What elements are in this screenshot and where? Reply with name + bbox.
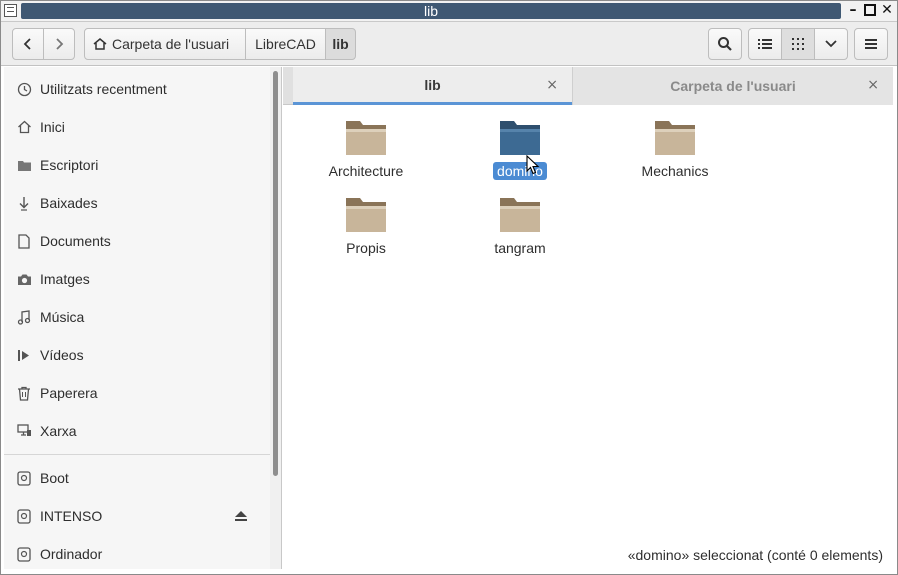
close-window-icon[interactable]: ✕ [879, 2, 895, 19]
sidebar-item-label: INTENSO [40, 508, 103, 524]
chevron-down-icon [825, 40, 837, 48]
sidebar-item-downloads[interactable]: Baixades [4, 185, 270, 221]
eject-icon[interactable] [234, 509, 248, 523]
drive-icon [16, 508, 32, 524]
window-menu-icon[interactable] [4, 4, 17, 17]
folder-item-tangram[interactable]: tangram [455, 192, 585, 262]
sidebar-item-label: Imatges [40, 271, 90, 287]
sidebar-item-videos[interactable]: Vídeos [4, 337, 270, 373]
sidebar-item-network[interactable]: Xarxa [4, 413, 270, 449]
trash-icon [16, 385, 32, 401]
folder-item-propis[interactable]: Propis [301, 192, 431, 262]
tab-label: Carpeta de l'usuari [670, 78, 796, 94]
breadcrumb-label: lib [332, 36, 349, 52]
sidebar-scrollbar[interactable] [270, 67, 282, 569]
close-tab-icon[interactable]: × [867, 77, 879, 93]
sidebar-item-recent[interactable]: Utilitzats recentment [4, 71, 270, 107]
download-icon [16, 195, 32, 211]
sidebar-separator [4, 454, 270, 455]
sidebar-item-computer[interactable]: Ordinador [4, 536, 270, 569]
sidebar-item-documents[interactable]: Documents [4, 223, 270, 259]
folder-item-mechanics[interactable]: Mechanics [610, 115, 740, 185]
breadcrumb-lib[interactable]: lib [325, 28, 356, 60]
breadcrumb-home[interactable]: Carpeta de l'usuari [84, 28, 246, 60]
folder-icon [655, 121, 695, 155]
video-icon [16, 347, 32, 363]
window-title: lib [21, 3, 841, 19]
sidebar-item-label: Vídeos [40, 347, 84, 363]
minimize-icon[interactable]: – [845, 2, 861, 19]
maximize-icon[interactable] [862, 2, 878, 19]
folder-item-architecture[interactable]: Architecture [301, 115, 431, 185]
sidebar-item-pictures[interactable]: Imatges [4, 261, 270, 297]
music-icon [16, 309, 32, 325]
sidebar-item-label: Documents [40, 233, 111, 249]
search-button[interactable] [708, 28, 742, 60]
sidebar-item-label: Escriptori [40, 157, 99, 173]
folder-name: Propis [346, 240, 386, 256]
mouse-cursor-icon [526, 155, 540, 175]
grid-view-button[interactable] [781, 28, 815, 60]
tab-label: lib [424, 76, 441, 93]
folder-item-domino[interactable]: domino [455, 115, 585, 185]
grid-view-icon [792, 38, 804, 50]
sidebar-item-home[interactable]: Inici [4, 109, 270, 145]
sidebar-item-label: Boot [40, 470, 69, 486]
folder-name: Architecture [328, 163, 404, 179]
network-icon [16, 423, 32, 439]
folder-icon [500, 121, 540, 155]
sidebar-item-desktop[interactable]: Escriptori [4, 147, 270, 183]
breadcrumb-label: LibreCAD [255, 36, 316, 52]
drive-icon [16, 470, 32, 486]
chevron-left-icon [23, 38, 31, 50]
status-text: «domino» seleccionat (conté 0 elements) [627, 547, 883, 563]
sidebar-item-label: Paperera [40, 385, 98, 401]
document-icon [16, 233, 32, 249]
sidebar-item-label: Baixades [40, 195, 98, 211]
sidebar-item-label: Música [40, 309, 85, 325]
back-button[interactable] [12, 28, 44, 60]
home-icon [16, 119, 32, 135]
clock-icon [16, 81, 32, 97]
sidebar-item-trash[interactable]: Paperera [4, 375, 270, 411]
list-view-icon [758, 39, 772, 49]
breadcrumb-librecad[interactable]: LibreCAD [245, 28, 326, 60]
menu-button[interactable] [854, 28, 888, 60]
home-icon [93, 38, 107, 50]
forward-button[interactable] [43, 28, 75, 60]
sidebar-item-label: Ordinador [40, 546, 103, 562]
tab-bar: lib × Carpeta de l'usuari × [283, 67, 893, 105]
search-icon [718, 37, 732, 51]
header-bar: Carpeta de l'usuari LibreCAD lib [0, 22, 898, 66]
view-options-button[interactable] [814, 28, 848, 60]
folder-icon [346, 198, 386, 232]
chevron-right-icon [56, 38, 64, 50]
title-bar: lib – ✕ [0, 0, 898, 22]
close-tab-icon[interactable]: × [546, 77, 558, 93]
sidebar-item-label: Xarxa [40, 423, 77, 439]
tab-home-folder[interactable]: Carpeta de l'usuari × [572, 67, 893, 105]
hamburger-menu-icon [865, 39, 877, 49]
folder-icon [500, 198, 540, 232]
tab-lib[interactable]: lib × [293, 67, 572, 105]
file-grid: Architecture domino Mechanics Propis tan… [283, 105, 893, 569]
sidebar-item-music[interactable]: Música [4, 299, 270, 335]
sidebar-scrollbar-thumb[interactable] [273, 71, 278, 476]
folder-name: Mechanics [641, 163, 709, 179]
breadcrumb-label: Carpeta de l'usuari [112, 36, 230, 52]
sidebar: Utilitzats recentment Inici Escriptori B… [4, 67, 270, 569]
list-view-button[interactable] [748, 28, 782, 60]
camera-icon [16, 271, 32, 287]
sidebar-item-label: Utilitzats recentment [40, 81, 167, 97]
sidebar-item-label: Inici [40, 119, 65, 135]
folder-icon [346, 121, 386, 155]
desktop-folder-icon [16, 157, 32, 173]
drive-icon [16, 546, 32, 562]
sidebar-item-boot[interactable]: Boot [4, 460, 270, 496]
folder-name: tangram [494, 240, 546, 256]
sidebar-item-intenso[interactable]: INTENSO [4, 498, 270, 534]
